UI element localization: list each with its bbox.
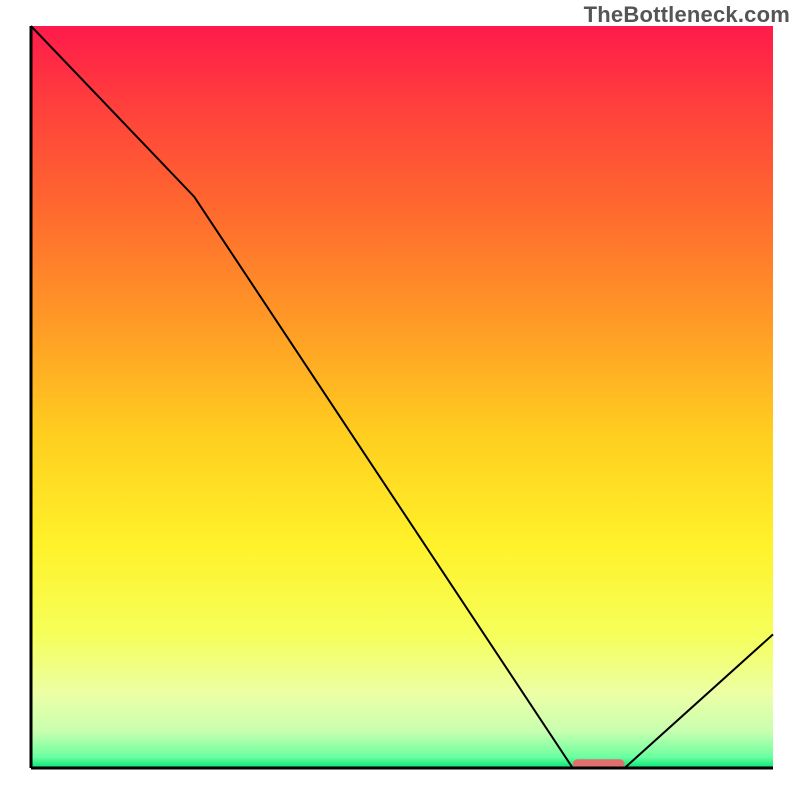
chart-stage: TheBottleneck.com <box>0 0 800 800</box>
watermark-text: TheBottleneck.com <box>584 2 790 28</box>
plot-background <box>31 26 773 768</box>
bottleneck-chart <box>0 0 800 800</box>
